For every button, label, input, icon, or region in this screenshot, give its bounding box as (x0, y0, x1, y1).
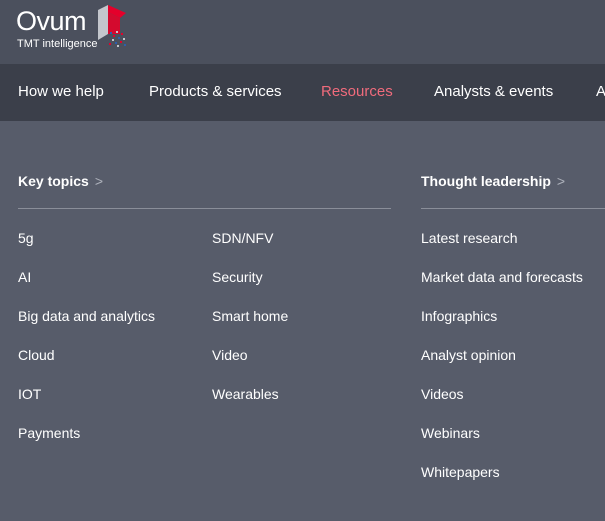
nav-analysts-events[interactable]: Analysts & events (434, 83, 553, 100)
topic-5g[interactable]: 5g (18, 230, 34, 246)
chevron-right-icon: > (556, 173, 566, 189)
topic-video[interactable]: Video (212, 347, 248, 363)
nav-item-truncated[interactable]: A (596, 83, 605, 100)
tl-latest-research[interactable]: Latest research (421, 230, 518, 246)
topic-ai[interactable]: AI (18, 269, 31, 285)
topic-iot[interactable]: IOT (18, 386, 41, 402)
topic-big-data[interactable]: Big data and analytics (18, 308, 155, 324)
tl-whitepapers[interactable]: Whitepapers (421, 464, 500, 480)
chevron-right-icon: > (94, 173, 103, 189)
logo-wordmark: Ovum (16, 6, 87, 36)
topic-sdn-nfv[interactable]: SDN/NFV (212, 230, 273, 246)
thought-leadership-heading[interactable]: Thought leadership > (421, 173, 565, 189)
topic-wearables[interactable]: Wearables (212, 386, 279, 402)
tl-analyst-opinion[interactable]: Analyst opinion (421, 347, 516, 363)
logo-tagline: TMT intelligence (17, 38, 98, 50)
site-header: Ovum TMT intelligence (0, 0, 605, 64)
key-topics-heading[interactable]: Key topics > (18, 173, 103, 189)
tl-market-data[interactable]: Market data and forecasts (421, 269, 583, 285)
key-topics-title: Key topics (18, 173, 89, 189)
ovum-logo[interactable]: Ovum TMT intelligence (16, 4, 136, 56)
thought-leadership-divider (421, 208, 605, 209)
nav-resources[interactable]: Resources (321, 83, 393, 100)
tl-webinars[interactable]: Webinars (421, 425, 480, 441)
tl-infographics[interactable]: Infographics (421, 308, 497, 324)
ovum-cube-icon (98, 5, 126, 47)
topic-smart-home[interactable]: Smart home (212, 308, 288, 324)
tl-videos[interactable]: Videos (421, 386, 464, 402)
topic-payments[interactable]: Payments (18, 425, 80, 441)
key-topics-divider (18, 208, 391, 209)
topic-cloud[interactable]: Cloud (18, 347, 55, 363)
nav-how-we-help[interactable]: How we help (18, 83, 104, 100)
topic-security[interactable]: Security (212, 269, 263, 285)
thought-leadership-title: Thought leadership (421, 173, 551, 189)
main-nav: How we help Products & services Resource… (0, 64, 605, 121)
nav-products-services[interactable]: Products & services (149, 83, 282, 100)
